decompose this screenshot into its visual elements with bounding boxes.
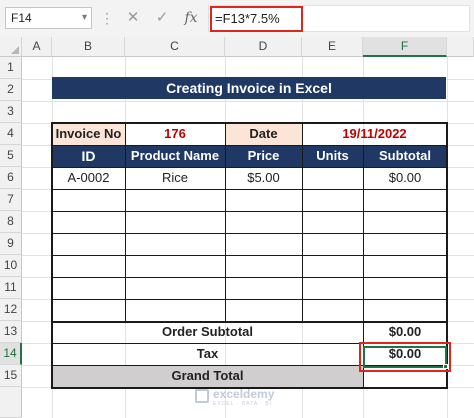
table-border [52, 145, 447, 146]
header-product-name[interactable]: Product Name [125, 145, 225, 167]
table-border [52, 122, 447, 124]
column-header-g[interactable] [447, 37, 474, 57]
formula-input[interactable]: =F13*7.5% [210, 6, 303, 32]
row6-subtotal[interactable]: $0.00 [363, 167, 447, 189]
table-border [52, 321, 447, 323]
row-header-1[interactable]: 1 [0, 57, 22, 79]
formula-bar: F14 ▾ ⋮ ✕ ✓ fx =F13*7.5% [0, 0, 474, 38]
column-header-f[interactable]: F [363, 37, 447, 57]
row6-id[interactable]: A-0002 [52, 167, 125, 189]
grand-total-label[interactable]: Grand Total [52, 365, 363, 387]
invoice-title[interactable]: Creating Invoice in Excel [52, 77, 446, 99]
table-border [52, 211, 447, 212]
row-header-9[interactable]: 9 [0, 233, 22, 255]
watermark: exceldemy EXCEL · DATA · BI [195, 387, 315, 411]
row-header-14[interactable]: 14 [0, 343, 22, 365]
more-dots-icon: ⋮ [100, 10, 114, 26]
insert-function-icon[interactable]: fx [180, 7, 202, 29]
header-price[interactable]: Price [225, 145, 302, 167]
row-header-10[interactable]: 10 [0, 255, 22, 277]
watermark-name: exceldemy [213, 387, 275, 401]
name-box[interactable]: F14 ▾ [5, 7, 92, 29]
select-all-triangle-icon [11, 46, 19, 54]
table-border [225, 123, 226, 321]
table-border [52, 277, 447, 278]
row6-price[interactable]: $5.00 [225, 167, 302, 189]
cancel-icon[interactable]: ✕ [122, 7, 144, 29]
invoice-no-label[interactable]: Invoice No [52, 123, 125, 145]
watermark-tagline: EXCEL · DATA · BI [213, 401, 273, 407]
order-subtotal-label[interactable]: Order Subtotal [52, 321, 363, 343]
table-border [52, 233, 447, 234]
row-header-16[interactable] [0, 387, 22, 418]
name-box-value: F14 [11, 11, 32, 25]
table-border [52, 299, 447, 300]
header-subtotal[interactable]: Subtotal [363, 145, 447, 167]
table-border [302, 123, 303, 321]
chevron-down-icon[interactable]: ▾ [82, 8, 87, 28]
order-subtotal-value[interactable]: $0.00 [363, 321, 447, 343]
column-header-e[interactable]: E [302, 37, 363, 57]
row-header-6[interactable]: 6 [0, 167, 22, 189]
header-units[interactable]: Units [302, 145, 363, 167]
row6-product[interactable]: Rice [125, 167, 225, 189]
row-header-15[interactable]: 15 [0, 365, 22, 387]
tax-label[interactable]: Tax [52, 343, 363, 365]
highlight-box [359, 342, 451, 372]
header-id[interactable]: ID [52, 145, 125, 167]
enter-icon[interactable]: ✓ [151, 7, 173, 29]
date-value[interactable]: 19/11/2022 [302, 123, 447, 145]
gridline [22, 101, 474, 102]
table-border [52, 189, 447, 190]
row-header-3[interactable]: 3 [0, 101, 22, 123]
table-border [363, 145, 364, 321]
row-header-5[interactable]: 5 [0, 145, 22, 167]
row-header-8[interactable]: 8 [0, 211, 22, 233]
invoice-no-value[interactable]: 176 [125, 123, 225, 145]
row-header-11[interactable]: 11 [0, 277, 22, 299]
date-label[interactable]: Date [225, 123, 302, 145]
table-border [125, 123, 126, 321]
row-header-4[interactable]: 4 [0, 123, 22, 145]
row-header-2[interactable]: 2 [0, 79, 22, 101]
table-border [52, 167, 447, 168]
column-header-a[interactable]: A [22, 37, 52, 57]
column-header-c[interactable]: C [125, 37, 225, 57]
select-all-corner[interactable] [0, 37, 22, 57]
table-border [52, 255, 447, 256]
row6-units[interactable] [302, 167, 363, 189]
row-header-7[interactable]: 7 [0, 189, 22, 211]
column-header-b[interactable]: B [52, 37, 125, 57]
column-header-d[interactable]: D [225, 37, 302, 57]
exceldemy-logo-icon [195, 389, 209, 403]
row-header-13[interactable]: 13 [0, 321, 22, 343]
row-header-12[interactable]: 12 [0, 299, 22, 321]
